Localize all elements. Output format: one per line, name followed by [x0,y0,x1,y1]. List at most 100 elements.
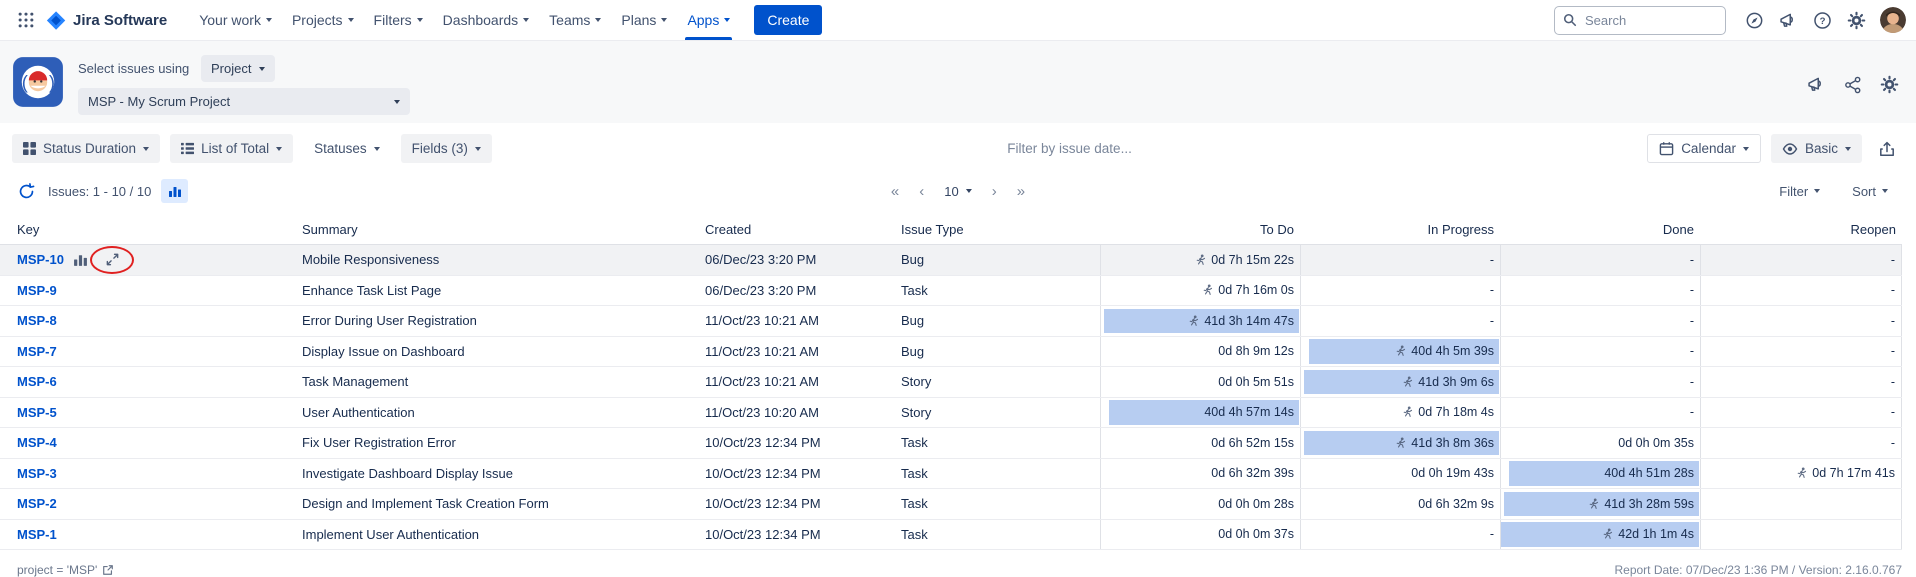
next-page-button[interactable]: › [992,183,997,200]
settings-gear-icon[interactable] [1842,6,1870,34]
issue-key-link[interactable]: MSP-9 [17,283,57,298]
issue-key-link[interactable]: MSP-2 [17,496,57,511]
summary-cell: Design and Implement Task Creation Form [302,489,705,519]
duration-text: 41d 3h 8m 36s [1411,436,1494,450]
duration-text: - [1891,436,1895,450]
view-mode-button[interactable]: Basic [1771,134,1862,163]
nav-item-dashboards[interactable]: Dashboards [433,0,540,40]
select-issues-label: Select issues using [78,61,189,76]
table-row[interactable]: MSP-4 Fix User Registration Error 10/Oct… [0,428,1902,459]
table-body: MSP-10 Mobile Responsiveness 06/Dec/23 3… [0,245,1902,550]
sort-dropdown[interactable]: Sort [1852,184,1888,199]
nav-item-your-work[interactable]: Your work [189,0,282,40]
key-cell: MSP-7 [0,337,302,367]
report-type-button[interactable]: Status Duration [12,134,160,163]
issue-key-link[interactable]: MSP-6 [17,374,57,389]
filter-dropdown[interactable]: Filter [1779,184,1820,199]
app-switcher-icon[interactable] [12,6,40,34]
prev-page-button[interactable]: ‹ [919,183,924,200]
issue-key-link[interactable]: MSP-1 [17,527,57,542]
issue-type-cell: Bug [901,306,1100,336]
issue-key-link[interactable]: MSP-7 [17,344,57,359]
column-header-summary: Summary [302,214,705,244]
nav-item-teams[interactable]: Teams [539,0,611,40]
issue-type-cell: Story [901,367,1100,397]
issue-type-cell: Task [901,276,1100,306]
page-size-select[interactable]: 10 [944,184,971,199]
nav-item-projects[interactable]: Projects [282,0,364,40]
announcements-megaphone-icon[interactable] [1774,6,1802,34]
statuses-button[interactable]: Statuses [303,134,391,163]
table-row[interactable]: MSP-2 Design and Implement Task Creation… [0,489,1902,520]
table-row[interactable]: MSP-9 Enhance Task List Page 06/Dec/23 3… [0,276,1902,307]
issue-key-link[interactable]: MSP-10 [17,252,64,267]
expand-icon[interactable] [105,252,120,267]
issue-key-link[interactable]: MSP-5 [17,405,57,420]
table-row[interactable]: MSP-5 User Authentication 11/Oct/23 10:2… [0,398,1902,429]
jql-query-link[interactable]: project = 'MSP' [17,563,114,577]
duration-text: - [1490,253,1494,267]
nav-item-apps[interactable]: Apps [677,0,740,40]
fields-label: Fields (3) [412,141,468,156]
column-header-key: Key [0,214,302,244]
issue-type-cell: Bug [901,245,1100,275]
list-mode-button[interactable]: List of Total [170,134,293,163]
app-settings-gear-icon[interactable] [1879,74,1900,95]
table-row[interactable]: MSP-3 Investigate Dashboard Display Issu… [0,459,1902,490]
chevron-down-icon [1845,147,1851,151]
table-row[interactable]: MSP-1 Implement User Authentication 10/O… [0,520,1902,551]
discover-compass-icon[interactable] [1740,6,1768,34]
duration-cell-done: - [1500,245,1700,275]
duration-text: 0d 0h 0m 35s [1618,436,1694,450]
pagination-right: Filter Sort [1779,184,1888,199]
issue-date-filter-input[interactable] [938,140,1202,157]
pagination-bar: Issues: 1 - 10 / 10 « ‹ 10 › » Filter So… [0,172,1916,210]
svg-text:): ) [49,72,55,93]
issue-type-cell: Task [901,520,1100,550]
created-cell: 10/Oct/23 12:34 PM [705,428,901,458]
duration-cell-todo: 0d 6h 32m 39s [1100,459,1300,489]
fields-button[interactable]: Fields (3) [401,134,492,163]
chevron-down-icon [523,18,529,22]
issue-type-cell: Task [901,428,1100,458]
chart-view-toggle[interactable] [161,179,188,203]
search-box[interactable] [1554,6,1726,35]
table-row[interactable]: MSP-6 Task Management 11/Oct/23 10:21 AM… [0,367,1902,398]
last-page-button[interactable]: » [1017,183,1025,200]
project-select[interactable]: MSP - My Scrum Project [78,88,410,115]
issue-key-link[interactable]: MSP-3 [17,466,57,481]
refresh-icon[interactable] [14,179,38,203]
duration-text: - [1891,405,1895,419]
table-row[interactable]: MSP-7 Display Issue on Dashboard 11/Oct/… [0,337,1902,368]
chevron-down-icon [1814,189,1820,193]
calendar-button[interactable]: Calendar [1647,134,1761,163]
duration-cell-in-progress: - [1300,520,1500,550]
summary-cell: Display Issue on Dashboard [302,337,705,367]
key-cell: MSP-8 [0,306,302,336]
row-bar-chart-icon[interactable] [73,252,88,267]
user-avatar[interactable] [1880,7,1906,33]
export-icon[interactable] [1872,135,1902,163]
create-button[interactable]: Create [754,5,822,35]
table-row[interactable]: MSP-8 Error During User Registration 11/… [0,306,1902,337]
summary-cell: Fix User Registration Error [302,428,705,458]
first-page-button[interactable]: « [891,183,899,200]
chevron-down-icon [661,18,667,22]
search-input[interactable] [1583,12,1717,29]
issue-source-type-select[interactable]: Project [201,55,275,82]
issue-key-link[interactable]: MSP-4 [17,435,57,450]
issue-key-link[interactable]: MSP-8 [17,313,57,328]
duration-text: 0d 7h 15m 22s [1211,253,1294,267]
share-icon[interactable] [1843,75,1863,95]
chevron-down-icon [394,100,400,104]
chevron-down-icon [276,147,282,151]
feedback-megaphone-icon[interactable] [1806,74,1827,95]
nav-item-plans[interactable]: Plans [611,0,677,40]
jira-brand[interactable]: Jira Software [46,10,167,31]
table-row[interactable]: MSP-10 Mobile Responsiveness 06/Dec/23 3… [0,245,1902,276]
help-icon[interactable]: ? [1808,6,1836,34]
column-header-reopen: Reopen [1700,214,1902,244]
key-cell: MSP-2 [0,489,302,519]
duration-cell-in-progress: 0d 6h 32m 9s [1300,489,1500,519]
nav-item-filters[interactable]: Filters [364,0,433,40]
